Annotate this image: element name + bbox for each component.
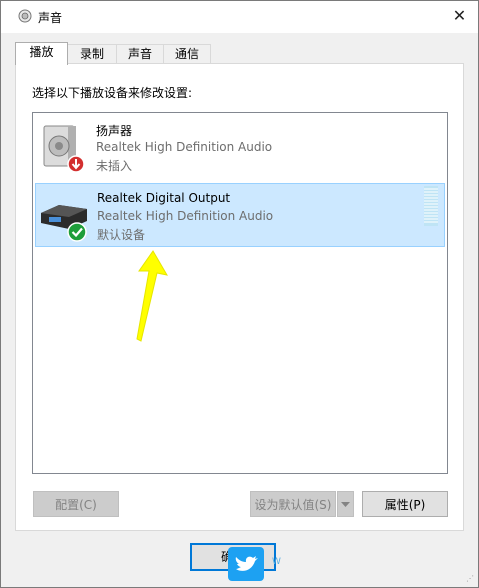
- tab-sounds[interactable]: 声音: [116, 44, 164, 64]
- instruction-label: 选择以下播放设备来修改设置:: [32, 86, 193, 100]
- device-status: 默认设备: [97, 228, 146, 242]
- chevron-down-icon: [341, 502, 350, 507]
- properties-button[interactable]: 属性(P): [362, 491, 448, 517]
- volume-level-meter: [424, 186, 438, 226]
- tab-playback[interactable]: 播放: [15, 42, 68, 65]
- device-description: Realtek High Definition Audio: [97, 209, 274, 223]
- default-check-badge: [67, 222, 87, 242]
- set-default-button[interactable]: 设为默认值(S): [250, 491, 336, 517]
- tab-panel: 选择以下播放设备来修改设置: 扬声器 Realtek High Definiti…: [15, 63, 464, 531]
- device-item-speakers[interactable]: 扬声器 Realtek High Definition Audio 未插入: [35, 115, 443, 177]
- device-name: 扬声器: [96, 124, 133, 138]
- yellow-arrow-annotation: [136, 250, 168, 342]
- watermark-text: W: [272, 557, 281, 567]
- window-title: 声音: [38, 11, 63, 25]
- tab-recording[interactable]: 录制: [67, 44, 117, 64]
- digital-output-icon: [41, 205, 87, 242]
- device-list[interactable]: 扬声器 Realtek High Definition Audio 未插入 Re…: [32, 112, 448, 474]
- sound-dialog: 声音 ✕ 播放 录制 声音 通信 选择以下播放设备来修改设置: 扬声器 Real…: [0, 0, 479, 588]
- twitter-bird-icon: [228, 547, 264, 581]
- configure-button[interactable]: 配置(C): [33, 491, 119, 517]
- speaker-title-icon: [18, 9, 32, 23]
- device-item-digital-output[interactable]: Realtek Digital Output Realtek High Defi…: [35, 183, 445, 247]
- close-button[interactable]: ✕: [441, 1, 478, 31]
- device-status: 未插入: [96, 159, 133, 173]
- resize-grip-icon[interactable]: ⋰: [466, 574, 474, 583]
- device-name: Realtek Digital Output: [97, 191, 231, 205]
- tab-communications[interactable]: 通信: [163, 44, 211, 64]
- set-default-dropdown[interactable]: [337, 491, 354, 517]
- speaker-icon: [43, 125, 85, 173]
- device-description: Realtek High Definition Audio: [96, 140, 273, 154]
- title-bar: 声音 ✕: [1, 1, 478, 33]
